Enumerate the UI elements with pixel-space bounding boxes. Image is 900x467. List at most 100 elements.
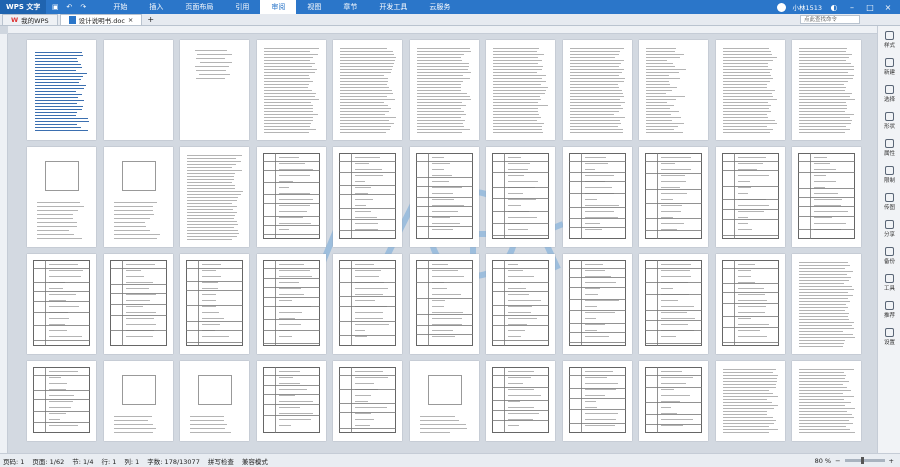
menu-developer[interactable]: 开发工具 [368, 0, 418, 14]
page-thumbnail[interactable] [486, 147, 555, 247]
page-thumbnail[interactable] [103, 40, 173, 140]
status-section[interactable]: 节: 1/4 [72, 456, 93, 466]
status-column[interactable]: 列: 1 [124, 456, 139, 466]
page-thumbnail[interactable] [792, 40, 861, 140]
side-label: 工具 [883, 285, 895, 292]
vertical-ruler[interactable] [0, 34, 8, 453]
page-thumbnail[interactable] [639, 254, 708, 354]
page-thumbnail[interactable] [27, 254, 96, 354]
page-thumbnail[interactable] [715, 254, 785, 354]
user-name[interactable]: 小林1513 [792, 2, 822, 12]
page-thumbnail[interactable] [562, 361, 632, 441]
zoom-slider-thumb[interactable] [860, 457, 864, 464]
undo-icon[interactable]: ↶ [64, 2, 74, 12]
zoom-out-icon[interactable]: − [835, 457, 840, 465]
menu-chapter[interactable]: 章节 [332, 0, 368, 14]
page-thumbnail[interactable] [639, 40, 708, 140]
zoom-slider[interactable] [844, 457, 885, 464]
page-thumbnail[interactable] [409, 361, 479, 441]
page-thumbnail[interactable] [103, 361, 173, 441]
page-thumbnail[interactable] [256, 361, 326, 441]
zoom-level[interactable]: 80 % [815, 457, 832, 465]
page-thumbnail[interactable] [562, 40, 632, 140]
menu-review[interactable]: 审阅 [260, 0, 297, 14]
page-thumbnail[interactable] [562, 254, 632, 354]
page-thumbnail[interactable] [103, 254, 173, 354]
page-thumbnail[interactable] [333, 147, 402, 247]
side-new[interactable]: 新建 [878, 53, 900, 80]
page-thumbnail[interactable] [715, 147, 785, 247]
side-style[interactable]: 样式 [878, 26, 900, 53]
status-word-count[interactable]: 字数: 178/13077 [147, 456, 200, 466]
page-thumbnail[interactable] [715, 40, 785, 140]
side-settings[interactable]: 设置 [878, 323, 900, 350]
side-tools[interactable]: 工具 [878, 269, 900, 296]
side-backup[interactable]: 备份 [878, 242, 900, 269]
side-select[interactable]: 选择 [878, 80, 900, 107]
menu-view[interactable]: 视图 [296, 0, 332, 14]
page-thumbnail[interactable] [715, 361, 785, 441]
gear-icon [885, 327, 894, 337]
menu-insert[interactable]: 插入 [138, 0, 174, 14]
side-restrict[interactable]: 限制 [878, 161, 900, 188]
page-thumbnail[interactable] [256, 254, 326, 354]
command-search-input[interactable]: 点此查找命令 [800, 15, 860, 24]
menu-references[interactable]: 引用 [224, 0, 260, 14]
page-thumbnail[interactable] [333, 254, 402, 354]
page-thumbnail[interactable] [27, 361, 96, 441]
new-tab-button[interactable]: + [142, 14, 159, 25]
page-thumbnail[interactable] [639, 361, 708, 441]
side-properties[interactable]: 属性 [878, 134, 900, 161]
maximize-icon[interactable]: □ [864, 3, 876, 12]
page-thumbnail[interactable] [180, 147, 249, 247]
page-thumbnail[interactable] [256, 147, 326, 247]
page-thumbnail[interactable] [180, 40, 249, 140]
page-thumbnail[interactable] [27, 147, 96, 247]
app-menu-button[interactable]: WPS 文字 [0, 0, 47, 14]
page-thumbnail[interactable] [486, 40, 555, 140]
page-thumbnail[interactable] [792, 361, 861, 441]
page-thumbnail[interactable] [333, 361, 402, 441]
side-share[interactable]: 分享 [878, 215, 900, 242]
close-icon[interactable]: × [882, 3, 894, 12]
side-shape[interactable]: 形状 [878, 107, 900, 134]
page-thumbnail[interactable] [639, 147, 708, 247]
save-icon[interactable]: ▣ [50, 2, 60, 12]
page-thumbnail[interactable] [256, 40, 326, 140]
menu-cloud[interactable]: 云服务 [418, 0, 461, 14]
page-thumbnail[interactable] [103, 147, 173, 247]
page-thumbnail[interactable] [486, 361, 555, 441]
page-thumbnail[interactable] [792, 147, 861, 247]
select-icon [885, 84, 894, 94]
status-mode[interactable]: 兼容模式 [242, 456, 268, 466]
side-label: 设置 [883, 339, 895, 346]
page-thumbnail[interactable] [409, 40, 479, 140]
status-line[interactable]: 行: 1 [101, 456, 116, 466]
page-thumbnail[interactable] [180, 361, 249, 441]
page-thumbnail[interactable] [180, 254, 249, 354]
page-thumbnail[interactable] [409, 147, 479, 247]
side-upload[interactable]: 传图 [878, 188, 900, 215]
page-thumbnail[interactable] [409, 254, 479, 354]
avatar[interactable] [777, 2, 787, 12]
page-thumbnail[interactable] [333, 40, 402, 140]
horizontal-ruler[interactable] [8, 26, 877, 34]
minimize-icon[interactable]: – [846, 3, 858, 12]
status-page-num[interactable]: 页码: 1 [3, 456, 24, 466]
document-canvas[interactable] [8, 34, 877, 453]
tab-my-wps[interactable]: W 我的WPS [2, 14, 58, 25]
tab-document[interactable]: 设计说明书.doc × [59, 14, 143, 25]
side-recommend[interactable]: 推荐 [878, 296, 900, 323]
menu-layout[interactable]: 页面布局 [174, 0, 224, 14]
page-thumbnail[interactable] [562, 147, 632, 247]
menu-home[interactable]: 开始 [102, 0, 138, 14]
status-spell-check[interactable]: 拼写检查 [208, 456, 234, 466]
redo-icon[interactable]: ↷ [78, 2, 88, 12]
page-thumbnail[interactable] [27, 40, 96, 140]
tab-close-icon[interactable]: × [128, 16, 133, 24]
page-thumbnail[interactable] [486, 254, 555, 354]
skin-icon[interactable]: ◐ [828, 3, 840, 12]
zoom-in-icon[interactable]: + [889, 457, 894, 465]
status-page[interactable]: 页面: 1/62 [32, 456, 64, 466]
page-thumbnail[interactable] [792, 254, 861, 354]
